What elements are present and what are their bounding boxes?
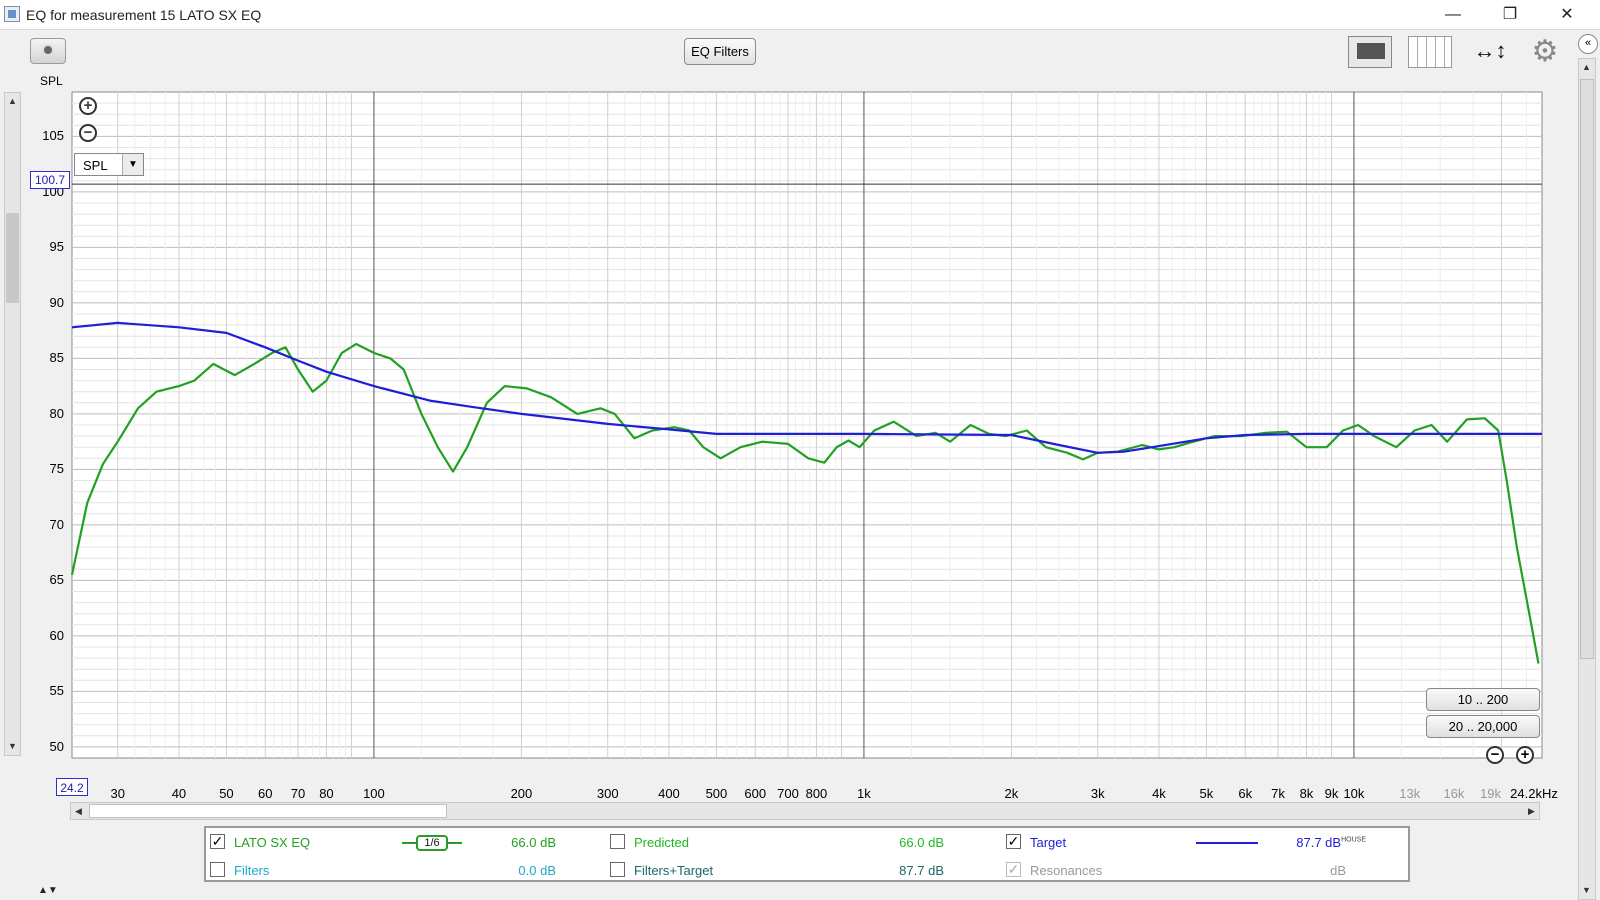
spl-dropdown-value: SPL <box>83 158 108 173</box>
x-tick-label: 70 <box>290 786 306 801</box>
x-tick-label: 2k <box>1004 786 1019 801</box>
x-tick-label: 1k <box>857 786 871 801</box>
filters-target-value: 87.7 dB <box>899 863 944 878</box>
window-title: EQ for measurement 15 LATO SX EQ <box>26 7 262 23</box>
x-tick-label: 30 <box>110 786 125 801</box>
smoothing-indicator[interactable]: 1/6 <box>402 835 462 851</box>
x-tick-label: 500 <box>705 786 728 801</box>
x-start-readout: 24.2 <box>56 778 88 796</box>
close-button[interactable]: ✕ <box>1544 0 1590 29</box>
main-content: SPL EQ Filters ↔↕ ⚙ « ▲ ▼ ▲ ▼ 105 100 95 90… <box>0 30 1600 900</box>
x-tick-label: 700 <box>777 786 799 801</box>
chevron-down-icon[interactable]: ▼ <box>122 154 143 175</box>
x-tick-label: 6k <box>1238 786 1253 801</box>
target-value: 87.7 dBHOUSE <box>1286 835 1366 850</box>
scroll-right-arrow-icon[interactable]: ▶ <box>1524 803 1539 819</box>
zoom-out-icon[interactable]: − <box>1486 746 1504 764</box>
x-tick-label: 50 <box>219 786 234 801</box>
measurement-value: 66.0 dB <box>511 835 556 850</box>
x-tick-label: 13k <box>1399 786 1421 801</box>
resonances-checkbox[interactable]: ✓ <box>1006 862 1021 877</box>
x-tick-label: 100 <box>363 786 385 801</box>
zoom-in-icon[interactable]: + <box>79 97 97 115</box>
x-tick-label: 800 <box>805 786 828 801</box>
title-bar: EQ for measurement 15 LATO SX EQ — ❐ ✕ <box>0 0 1600 30</box>
minimize-button[interactable]: — <box>1430 0 1476 29</box>
resize-arrows-icon[interactable]: ▲▼ <box>38 885 58 896</box>
x-tick-label: 7k <box>1271 786 1285 801</box>
x-tick-label: 400 <box>658 786 680 801</box>
smoothing-value: 1/6 <box>416 835 448 851</box>
smoothing-line <box>402 842 416 844</box>
x-tick-label: 4k <box>1152 786 1166 801</box>
maximize-button[interactable]: ❐ <box>1487 0 1533 29</box>
filters-label[interactable]: Filters <box>234 863 269 878</box>
x-tick-label: 8k <box>1299 786 1314 801</box>
target-line-sample <box>1196 842 1258 844</box>
filters-target-checkbox[interactable] <box>610 862 625 877</box>
x-tick-label: 5k <box>1199 786 1214 801</box>
x-tick-label: 10k <box>1343 786 1365 801</box>
resonances-label[interactable]: Resonances <box>1030 863 1102 878</box>
resonances-value: dB <box>1330 863 1346 878</box>
scroll-left-arrow-icon[interactable]: ◀ <box>71 803 86 819</box>
smoothing-line <box>448 842 462 844</box>
x-tick-label: 80 <box>319 786 334 801</box>
x-tick-label: 24.2kHz <box>1510 786 1558 801</box>
spl-dropdown[interactable]: SPL ▼ <box>74 153 144 176</box>
x-tick-label: 19k <box>1480 786 1501 801</box>
x-tick-label: 600 <box>744 786 767 801</box>
app-icon <box>4 6 20 22</box>
horizontal-scrollbar[interactable]: ◀ ▶ <box>70 802 1540 820</box>
target-superscript: HOUSE <box>1341 836 1366 844</box>
predicted-value: 66.0 dB <box>899 835 944 850</box>
target-checkbox[interactable]: ✓ <box>1006 834 1021 849</box>
x-tick-label: 60 <box>257 786 273 801</box>
zoom-in-icon[interactable]: + <box>1516 746 1534 764</box>
filters-target-label[interactable]: Filters+Target <box>634 863 713 878</box>
legend-panel: ✓ LATO SX EQ 1/6 66.0 dB Filters 0.0 dB … <box>204 826 1410 882</box>
x-tick-label: 3k <box>1090 786 1105 801</box>
x-tick-label: 200 <box>510 786 533 801</box>
target-value-text: 87.7 dB <box>1296 835 1342 850</box>
measurement-label[interactable]: LATO SX EQ <box>234 835 310 850</box>
filters-value: 0.0 dB <box>518 863 556 878</box>
target-label[interactable]: Target <box>1030 835 1066 850</box>
range-20-20000-button[interactable]: 20 .. 20,000 <box>1426 715 1540 738</box>
range-10-200-button[interactable]: 10 .. 200 <box>1426 688 1540 711</box>
predicted-checkbox[interactable] <box>610 834 625 849</box>
filters-checkbox[interactable] <box>210 862 225 877</box>
scrollbar-thumb[interactable] <box>89 804 447 818</box>
x-tick-label: 40 <box>171 786 187 801</box>
predicted-label[interactable]: Predicted <box>634 835 689 850</box>
x-tick-label: 9k <box>1324 786 1339 801</box>
x-tick-label: 16k <box>1443 786 1465 801</box>
x-tick-label: 300 <box>596 786 619 801</box>
zoom-out-icon[interactable]: − <box>79 124 97 142</box>
spl-graph[interactable] <box>0 30 1600 900</box>
measurement-checkbox[interactable]: ✓ <box>210 834 225 849</box>
